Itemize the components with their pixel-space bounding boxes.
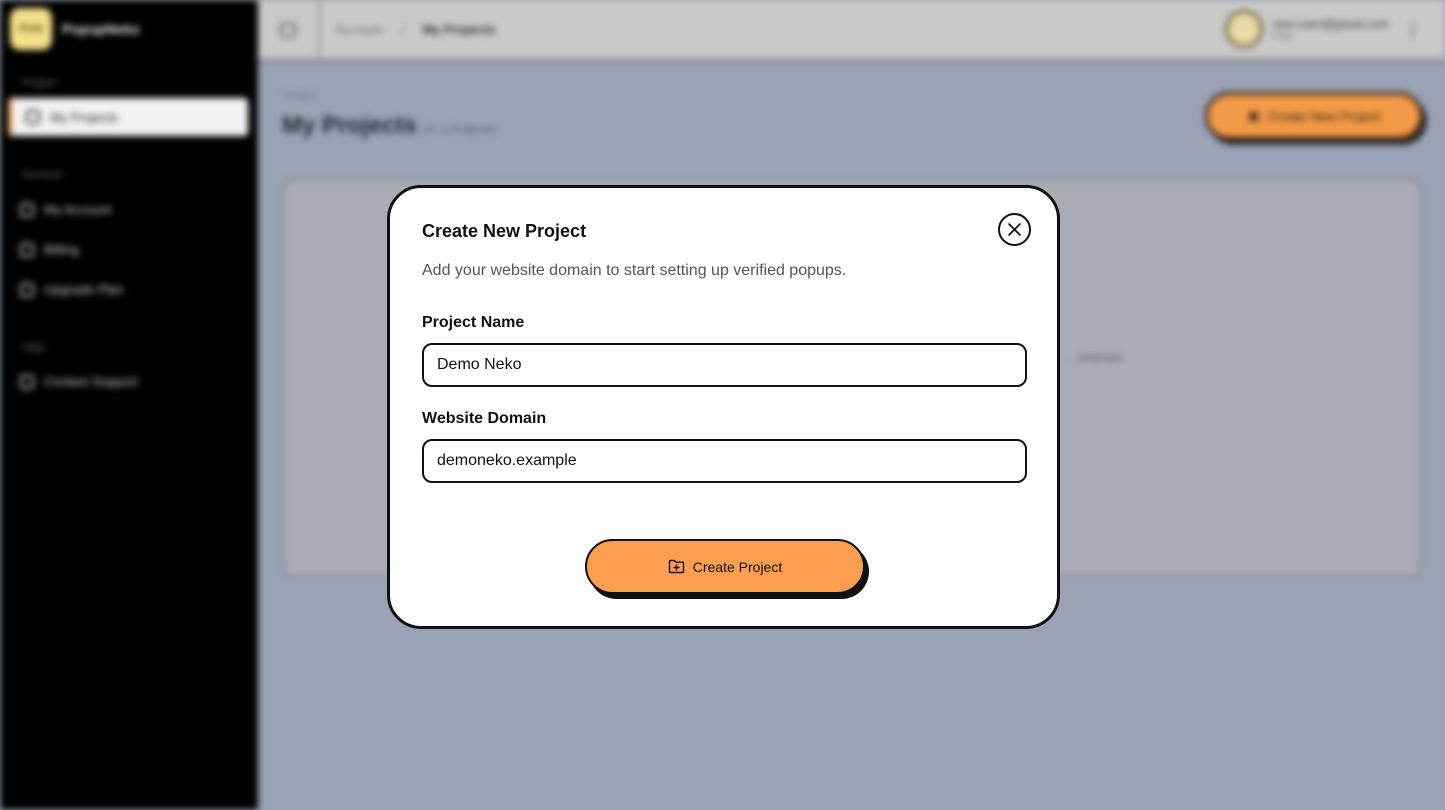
- create-project-modal: Create New Project Add your website doma…: [387, 185, 1060, 629]
- modal-description: Add your website domain to start setting…: [422, 262, 847, 279]
- modal-title: Create New Project: [422, 221, 587, 241]
- create-project-label: Create Project: [692, 558, 783, 575]
- close-button[interactable]: [998, 213, 1031, 246]
- folder-plus-icon: [668, 559, 684, 574]
- close-icon: [1008, 223, 1021, 236]
- website-domain-label: Website Domain: [422, 410, 547, 427]
- website-domain-input[interactable]: [422, 439, 1027, 483]
- create-project-button[interactable]: Create Project: [585, 539, 865, 594]
- project-name-input[interactable]: [422, 343, 1027, 387]
- project-name-label: Project Name: [422, 314, 525, 331]
